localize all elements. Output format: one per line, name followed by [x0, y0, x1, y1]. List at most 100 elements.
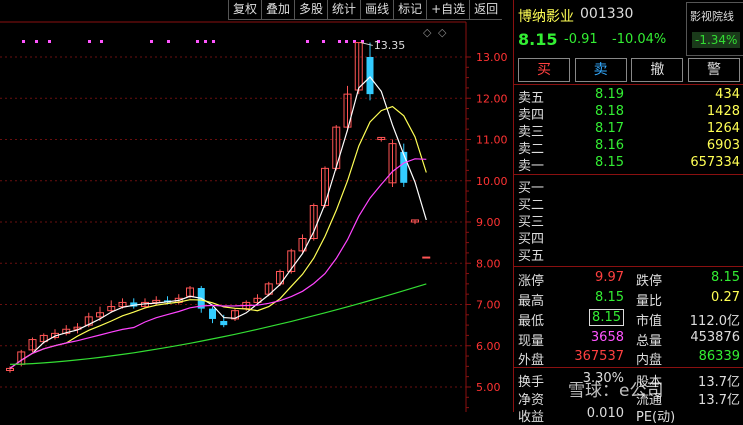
total-volume-value: 453876	[690, 330, 740, 345]
outer-volume-label: 外盘	[518, 353, 545, 368]
signal-dot	[48, 40, 51, 43]
trade-buttons: 买 卖 撤 警	[518, 58, 740, 82]
volume-ratio-label: 量比	[636, 294, 663, 309]
diamond-icon: ◇	[423, 26, 432, 39]
diamond-outline-icon: ◇	[438, 26, 447, 39]
ask-price: 8.19	[595, 87, 624, 102]
y-tick-label: 8.00	[476, 257, 501, 270]
bid-row[interactable]: 买二	[514, 194, 743, 213]
stats-row: 现量 3658 总量 453876	[514, 330, 743, 349]
inner-volume-label: 内盘	[636, 353, 663, 368]
signal-dot	[150, 40, 153, 43]
watermark-site: 雪球	[568, 381, 602, 401]
ask-volume: 434	[715, 87, 740, 102]
signal-dot	[322, 40, 325, 43]
ask-row[interactable]: 卖四 8.18 1428	[514, 104, 743, 123]
stock-name[interactable]: 博纳影业	[518, 6, 574, 26]
cancel-order-button[interactable]: 撤	[631, 58, 684, 82]
sell-button[interactable]: 卖	[574, 58, 627, 82]
ask-label: 卖一	[518, 159, 545, 174]
overlay-button[interactable]: 叠加	[261, 0, 295, 20]
sector-name[interactable]: 影视院线	[690, 8, 734, 24]
watermark: 雪球：e公司	[568, 376, 663, 401]
share-capital-value: 13.7亿	[698, 375, 740, 390]
stats-row: 涨停 9.97 跌停 8.15	[514, 270, 743, 289]
signal-dot	[306, 40, 309, 43]
stock-code: 001330	[580, 6, 634, 22]
add-watchlist-button[interactable]: +自选	[426, 0, 470, 20]
limit-up-value: 9.97	[595, 270, 624, 285]
eps-value: 0.010	[586, 406, 624, 421]
y-tick-label: 12.00	[476, 92, 508, 105]
watermark-author: e公司	[619, 381, 664, 401]
restore-rights-button[interactable]: 复权	[228, 0, 262, 20]
multi-stock-button[interactable]: 多股	[294, 0, 328, 20]
low-value-text: 8.15	[589, 309, 624, 326]
statistics-button[interactable]: 统计	[327, 0, 361, 20]
ma-line-green	[9, 283, 427, 365]
ask-price: 8.15	[595, 155, 624, 170]
current-volume-label: 现量	[518, 334, 545, 349]
kline-chart[interactable]: ◇ ◇ 13.00 12.00 11.00 10.00 9.00 8.00 7.00 6.00 5.…	[0, 0, 513, 419]
bid-row[interactable]: 买五	[514, 245, 743, 264]
high-label: 最高	[518, 294, 545, 309]
stats-row: 收益 0.010 PE(动)	[514, 406, 743, 425]
limit-down-value: 8.15	[711, 270, 740, 285]
signal-dot	[196, 40, 199, 43]
market-cap-label: 市值	[636, 314, 663, 329]
bid-row[interactable]: 买四	[514, 228, 743, 247]
bid-row[interactable]: 买一	[514, 177, 743, 196]
ask-row[interactable]: 卖二 8.16 6903	[514, 138, 743, 157]
price-change-pct: -10.04%	[612, 32, 667, 47]
low-label: 最低	[518, 314, 545, 329]
stats-row: 最高 8.15 量比 0.27	[514, 290, 743, 309]
limit-down-label: 跌停	[636, 274, 663, 289]
quote-panel: 博纳影业 001330 影视院线 -1.34% 8.15 -0.91 -10.0…	[513, 0, 743, 425]
ma-line-yellow	[9, 105, 427, 369]
candle-body	[209, 308, 216, 319]
signal-dot	[345, 40, 348, 43]
signal-dot	[35, 40, 38, 43]
limit-up-label: 涨停	[518, 274, 545, 289]
ask-volume: 657334	[690, 155, 740, 170]
back-button[interactable]: 返回	[469, 0, 503, 20]
sector-change: -1.34%	[692, 32, 741, 48]
ask-price: 8.16	[595, 138, 624, 153]
ma-line-magenta	[9, 158, 427, 369]
signal-dot	[204, 40, 207, 43]
signal-dot	[212, 40, 215, 43]
ma-line-white	[9, 76, 427, 369]
bid-row[interactable]: 买三	[514, 211, 743, 230]
ask-row[interactable]: 卖五 8.19 434	[514, 87, 743, 106]
outer-volume-value: 367537	[574, 349, 624, 364]
ask-row[interactable]: 卖一 8.15 657334	[514, 155, 743, 174]
y-tick-label: 9.00	[476, 216, 501, 229]
y-tick-label: 10.00	[476, 175, 508, 188]
y-tick-label: 5.00	[476, 381, 501, 394]
price-change: -0.91	[564, 32, 598, 47]
stats-row: 最低 8.15 市值 112.0亿	[514, 309, 743, 329]
mark-button[interactable]: 标记	[393, 0, 427, 20]
low-value: 8.15	[572, 309, 624, 326]
inner-volume-value: 86339	[698, 349, 740, 364]
watermark-separator: ：	[602, 381, 619, 401]
draw-line-button[interactable]: 画线	[360, 0, 394, 20]
buy-button[interactable]: 买	[518, 58, 570, 82]
high-price-label: 13.35	[374, 39, 406, 52]
alert-button[interactable]: 警	[687, 58, 740, 82]
candle-body	[366, 57, 374, 95]
ask-row[interactable]: 卖三 8.17 1264	[514, 121, 743, 140]
divider	[514, 266, 743, 267]
signal-dot	[100, 40, 103, 43]
candlestick-chart: ◇ ◇ 13.00 12.00 11.00 10.00 9.00 8.00 7.00 6.00 5.…	[0, 21, 508, 419]
eps-label: 收益	[518, 410, 545, 425]
bid-label: 买五	[518, 249, 545, 264]
current-volume-value: 3658	[590, 330, 624, 345]
volume-ratio-value: 0.27	[711, 290, 740, 305]
current-price: 8.15	[518, 30, 558, 49]
candle-body	[422, 256, 431, 259]
ask-price: 8.17	[595, 121, 624, 136]
ask-volume: 1264	[706, 121, 740, 136]
turnover-label: 换手	[518, 375, 545, 390]
y-tick-label: 6.00	[476, 340, 501, 353]
